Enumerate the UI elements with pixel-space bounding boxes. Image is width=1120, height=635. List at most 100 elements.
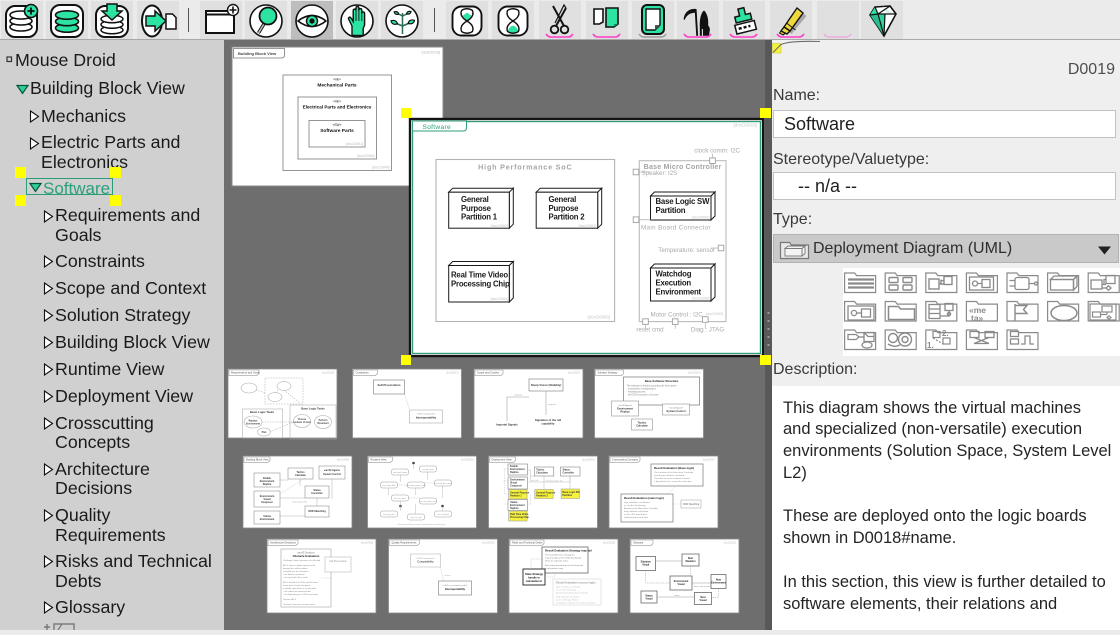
svg-text:Partition 2: Partition 2 xyxy=(549,212,586,221)
svg-text:Params: AD-3: Params: AD-3 xyxy=(283,598,297,601)
svg-text:Calculator: Calculator xyxy=(536,472,548,475)
svg-text:[docD0023]: [docD0023] xyxy=(688,372,701,375)
svg-text:[docD0024]: [docD0024] xyxy=(337,459,350,462)
svg-text:- self-ODD execution of income: - self-ODD execution of income xyxy=(627,394,660,397)
svg-text:ODD Sketching: ODD Sketching xyxy=(683,503,700,506)
svg-text:Software Parts: Software Parts xyxy=(320,128,354,134)
svg-text:[docC0062]: [docC0062] xyxy=(491,224,508,228)
svg-text:- set dependency on ODD proce: - set dependency on ODD processing xyxy=(283,593,318,596)
svg-text:Challenge: Select presence of: Challenge: Select presence of a blocked xyxy=(283,559,321,562)
svg-text:[docC0063]: [docC0063] xyxy=(579,224,596,228)
svg-text:Environment: Environment xyxy=(246,423,260,426)
svg-text:«arc42 Agent»: «arc42 Agent» xyxy=(324,469,341,472)
svg-text:Speaker: I2S: Speaker: I2S xyxy=(642,170,678,177)
svg-text:Partition: Partition xyxy=(656,206,686,215)
svg-text:env_info: env_info xyxy=(532,480,539,482)
svg-text:1.: 1. xyxy=(927,341,934,350)
svg-text:Scope and Context: Scope and Context xyxy=(477,371,499,375)
svg-text:Runtime View: Runtime View xyxy=(371,458,387,462)
svg-text:Result Evaluation Strategy may: Result Evaluation Strategy may fail xyxy=(545,549,592,553)
svg-text:acquires: acquires xyxy=(514,394,523,397)
svg-text:Obstacle Evaluation: Obstacle Evaluation xyxy=(293,554,320,558)
svg-text:- sweeping access: - sweeping access xyxy=(627,392,647,394)
svg-text:System Control: System Control xyxy=(323,473,341,476)
svg-text:env::read_ahead: env::read_ahead xyxy=(393,471,407,474)
svg-text:[docD0026]: [docD0026] xyxy=(582,459,595,462)
svg-text:Mechanical Parts: Mechanical Parts xyxy=(317,83,357,89)
svg-text:Result Evaluation (main logic): Result Evaluation (main logic) xyxy=(624,496,664,500)
svg-text:Basic Logic Tasks: Basic Logic Tasks xyxy=(250,410,275,414)
svg-text:an electronics way: an electronics way xyxy=(545,567,564,570)
svg-text:Base Software Structure: Base Software Structure xyxy=(645,379,679,383)
svg-text:refines: refines xyxy=(445,575,451,577)
svg-text:Visual: Visual xyxy=(646,598,653,601)
svg-text:Perform: Perform xyxy=(319,420,328,422)
svg-text:[docD0066]: [docD0066] xyxy=(588,315,610,320)
svg-text:[docD0028]: [docD0028] xyxy=(361,542,374,545)
svg-text:Imperial Signals: Imperial Signals xyxy=(496,423,518,427)
svg-text:AD-2: Include the ODDs and the: AD-2: Include the ODDs and the base xyxy=(283,581,319,584)
svg-text:Movement: Movement xyxy=(317,422,329,425)
svg-text:Temperature: sensor: Temperature: sensor xyxy=(658,247,715,254)
svg-text:Architecture Decisions: Architecture Decisions xyxy=(270,541,297,545)
svg-text:[docC0060]: [docC0060] xyxy=(692,297,709,301)
svg-text:2.: 2. xyxy=(942,329,949,338)
svg-text:Sharp Vision (Stability): Sharp Vision (Stability) xyxy=(531,383,562,387)
svg-text:[docD0025]: [docD0025] xyxy=(461,459,474,462)
svg-text:«mb»: «mb» xyxy=(333,78,341,82)
svg-text:Self-Preservation: Self-Preservation xyxy=(329,560,347,563)
svg-text:env::feed_data_bank: env::feed_data_bank xyxy=(434,482,452,485)
svg-text:recorded live: the situations: recorded live: the situations xyxy=(283,570,308,573)
svg-text:Arrived on the Main data Contr: Arrived on the Main data Controller xyxy=(624,507,658,510)
svg-text:capability: capability xyxy=(542,422,555,426)
svg-text:Deployment View: Deployment View xyxy=(492,458,512,462)
svg-text:Replica: Replica xyxy=(620,410,630,414)
svg-text:env::comp_data: env::comp_data xyxy=(382,484,396,487)
svg-text:System Control: System Control xyxy=(666,409,685,413)
svg-text:Processing Chip: Processing Chip xyxy=(451,280,510,289)
svg-text:Constraints: Constraints xyxy=(356,371,370,375)
svg-text:Calculate: Calculate xyxy=(636,424,648,428)
svg-text:Main Board Connector: Main Board Connector xyxy=(641,225,711,232)
svg-text:Real Time Video: Real Time Video xyxy=(451,271,508,280)
svg-text:ta»: ta» xyxy=(971,313,984,323)
svg-text:matrix: matrix xyxy=(674,594,679,597)
svg-text:Base Logic SW: Base Logic SW xyxy=(656,197,711,206)
svg-text:env::get_data: env::get_data xyxy=(422,468,434,471)
svg-text:env::log_sync: env::log_sync xyxy=(383,514,395,516)
svg-text:environment info: environment info xyxy=(292,501,308,504)
svg-text:Composer: Composer xyxy=(510,485,522,488)
svg-text:when its selection tasks.: when its selection tasks. xyxy=(545,560,569,563)
svg-text:- are belief to predicted: - are belief to predicted xyxy=(283,573,305,576)
svg-text:Environment: Environment xyxy=(260,518,275,521)
svg-text:[docD0031]: [docD0031] xyxy=(724,542,737,545)
svg-text:Replica: Replica xyxy=(510,471,519,474)
svg-text:Arrived on the Main data Contr: Arrived on the Main data Controller xyxy=(556,592,589,595)
svg-text:acquires: acquires xyxy=(548,403,557,406)
svg-text:[docD0029]: [docD0029] xyxy=(482,542,495,545)
svg-text:env::checked: env::checked xyxy=(437,514,448,516)
svg-text:Calculate: Calculate xyxy=(295,474,306,477)
svg-text:a dispatcher he is sooner the: a dispatcher he is sooner the base dyn xyxy=(654,480,692,483)
svg-text:Partition 1: Partition 1 xyxy=(510,495,522,498)
svg-text:Partition 2: Partition 2 xyxy=(536,495,548,498)
svg-text:Replace: Replace xyxy=(249,421,259,423)
svg-text:Motor Control : I2C: Motor Control : I2C xyxy=(651,312,704,319)
svg-text:Visual: Visual xyxy=(700,599,707,602)
svg-text:[docC0064]: [docC0064] xyxy=(491,297,508,301)
svg-text:Partition 1: Partition 1 xyxy=(461,212,498,221)
svg-text:[docD0021]: [docD0021] xyxy=(446,372,459,375)
svg-text:Watchdog: Watchdog xyxy=(656,270,692,279)
svg-text:env::run_data_sets: env::run_data_sets xyxy=(420,500,436,503)
svg-text:Partition: Partition xyxy=(562,494,572,497)
svg-text:Result Evaluation (source logi: Result Evaluation (source logic) xyxy=(556,581,596,585)
svg-text:[docC0049]: [docC0049] xyxy=(372,166,389,170)
svg-text:Requirements and Goals: Requirements and Goals xyxy=(231,371,260,375)
svg-text:Replica: Replica xyxy=(510,507,519,510)
svg-text:env::read_sensor_bank: env::read_sensor_bank xyxy=(406,484,426,487)
svg-text:Visual: Visual xyxy=(642,564,649,567)
svg-text:as the ODD logs Rootd: as the ODD logs Rootd xyxy=(556,599,578,602)
svg-text:Quality Requirements: Quality Requirements xyxy=(392,541,418,545)
svg-text:[docD0019]: [docD0019] xyxy=(734,123,758,128)
svg-text:Glossary: Glossary xyxy=(633,541,644,545)
